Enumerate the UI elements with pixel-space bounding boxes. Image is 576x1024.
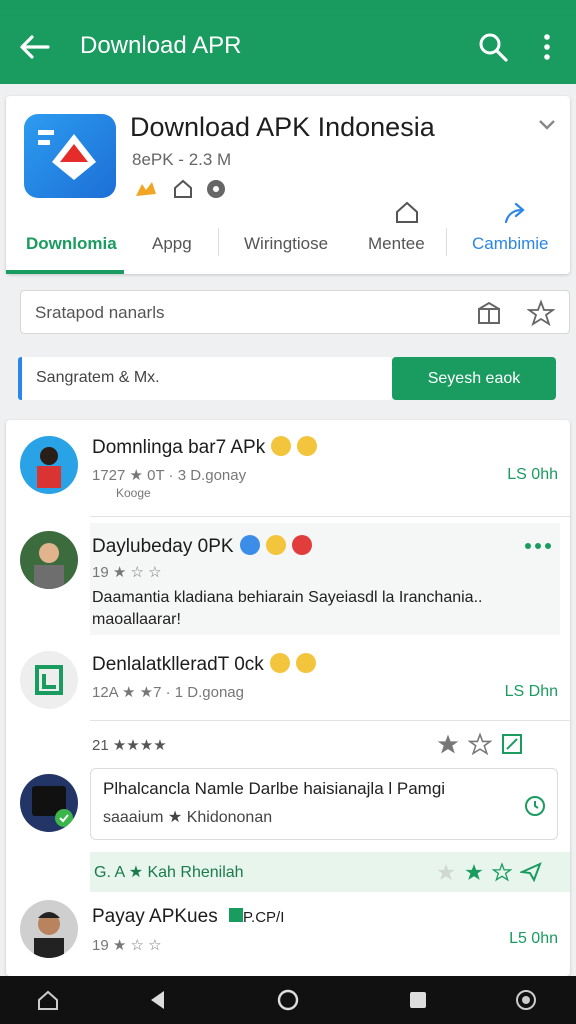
gift-icon[interactable] (475, 299, 503, 327)
list-item[interactable]: Daylubeday 0PK 19 ★ ☆ ☆ Daamantia kladia… (6, 517, 570, 635)
rating-row: 21 ★★★★ (6, 722, 570, 766)
tab-mentee[interactable]: Mentee (368, 234, 425, 254)
signup-bar: Sangratem & Mx. Seyesh eaok (18, 357, 556, 400)
send-icon[interactable] (520, 862, 542, 882)
item-subtitle: 19 ★ ☆ ☆ (92, 564, 162, 581)
app-bar: Download APR (0, 10, 576, 84)
active-tab-indicator (6, 270, 124, 274)
tab-separator (218, 228, 219, 256)
smile-emoji-icon (265, 535, 286, 555)
home-nav-icon[interactable] (36, 988, 60, 1012)
search-field[interactable]: Sratapod nanarls (20, 290, 570, 334)
item-subtitle: 1727 ★ 0T · 3 D.gonay (92, 467, 247, 484)
status-bar (0, 0, 576, 10)
search-icon[interactable] (478, 32, 508, 62)
promo-card[interactable]: Plhalcancla Namle Darlbe haisianajla l P… (90, 768, 558, 840)
timer-icon[interactable] (523, 793, 547, 817)
star-outline-icon[interactable] (527, 299, 555, 327)
item-tag: P.CP/I (242, 909, 285, 926)
item-title: Daylubeday 0PK (92, 535, 312, 558)
item-title: Payay APKues P.CP/I (92, 906, 285, 927)
rating-summary: 21 ★★★★ (92, 737, 167, 754)
tab-separator (446, 228, 447, 256)
item-description-cont: maoallaarar! (92, 611, 181, 628)
item-size[interactable]: LS 0hh (507, 466, 558, 484)
info-circle-icon (207, 180, 225, 198)
star-filled-icon[interactable] (436, 732, 460, 756)
system-nav-bar (0, 976, 576, 1024)
item-description: Daamantia kladiana behiarain Sayeiasdl l… (92, 589, 483, 606)
list-item[interactable]: Plhalcancla Namle Darlbe haisianajla l P… (6, 766, 570, 850)
share-arrow-icon (504, 202, 525, 224)
avatar (20, 651, 78, 709)
hand-emoji-icon (136, 182, 156, 196)
tab-writings[interactable]: Wiringtiose (244, 234, 328, 254)
list-item[interactable]: DenlalatklleradT 0ck 12A ★ ★7 · 1 D.gona… (6, 635, 570, 720)
back-nav-icon[interactable] (146, 988, 170, 1012)
item-size[interactable]: L5 0hn (509, 930, 558, 948)
recents-nav-icon[interactable] (406, 988, 430, 1012)
app-icon (24, 114, 116, 198)
app-logo-icon (38, 130, 96, 180)
home-circle-icon[interactable] (276, 988, 300, 1012)
flag-icon (228, 908, 243, 922)
smile-emoji-icon (297, 436, 318, 456)
list-item[interactable]: Domnlinga bar7 APk 1727 ★ 0T · 3 D.gonay… (6, 420, 570, 516)
item-subtitle-secondary: Kooge (116, 486, 151, 500)
star-filled-icon (465, 864, 483, 880)
tab-community[interactable]: Cambimie (472, 234, 549, 254)
rating-actions (436, 732, 524, 756)
signup-input[interactable]: Sangratem & Mx. (18, 357, 392, 400)
tab-downloads[interactable]: Downlomia (26, 234, 117, 254)
promo-strip-stars (436, 862, 542, 882)
more-horiz-icon[interactable] (524, 541, 552, 551)
promo-title: Plhalcancla Namle Darlbe haisianajla l P… (103, 779, 446, 798)
star-outline-icon (492, 862, 512, 882)
avatar (20, 531, 78, 589)
item-subtitle: 12A ★ ★7 · 1 D.gonag (92, 684, 244, 701)
app-badges (132, 178, 226, 200)
smile-emoji-icon (295, 653, 316, 673)
promo-subtitle: saaaium ★ Khidononan (103, 809, 273, 826)
home-tab-icon (396, 201, 418, 223)
item-size[interactable]: LS Dhn (505, 683, 558, 701)
item-subtitle: 19 ★ ☆ ☆ (92, 937, 162, 954)
back-arrow-icon[interactable] (18, 32, 50, 62)
avatar (20, 900, 78, 958)
promo-strip[interactable]: G. A ★ Kah Rhenilah (90, 852, 570, 892)
home-outline-icon (174, 179, 192, 198)
signup-button[interactable]: Seyesh eaok (392, 357, 556, 400)
avatar (20, 774, 78, 832)
divider (90, 720, 570, 721)
heart-emoji-icon (291, 535, 312, 555)
list-item[interactable]: Payay APKues P.CP/I 19 ★ ☆ ☆ L5 0hn (6, 894, 570, 976)
assistant-nav-icon[interactable] (514, 988, 538, 1012)
tab-apps[interactable]: Appg (152, 234, 192, 254)
app-list: Domnlinga bar7 APk 1727 ★ 0T · 3 D.gonay… (6, 420, 570, 976)
verified-icon (239, 535, 260, 555)
item-title: Domnlinga bar7 APk (92, 436, 318, 459)
smile-emoji-icon (269, 653, 290, 673)
promo-strip-text: G. A ★ Kah Rhenilah (94, 864, 244, 881)
app-name: Download APK Indonesia (130, 112, 435, 142)
star-faded-icon (437, 864, 455, 880)
app-card: Download APK Indonesia 8ePK - 2.3 M Down… (6, 96, 570, 274)
avatar (20, 436, 78, 494)
item-title: DenlalatklleradT 0ck (92, 653, 316, 676)
signup-input-text: Sangratem & Mx. (36, 369, 160, 386)
star-outline-icon[interactable] (468, 732, 492, 756)
more-vert-icon[interactable] (536, 32, 558, 62)
app-bar-title: Download APR (80, 32, 242, 59)
smile-emoji-icon (271, 436, 292, 456)
edit-square-icon[interactable] (500, 732, 524, 756)
chevron-down-icon[interactable] (538, 118, 556, 132)
app-meta: 8ePK - 2.3 M (132, 150, 232, 169)
search-text: Sratapod nanarls (35, 303, 165, 322)
